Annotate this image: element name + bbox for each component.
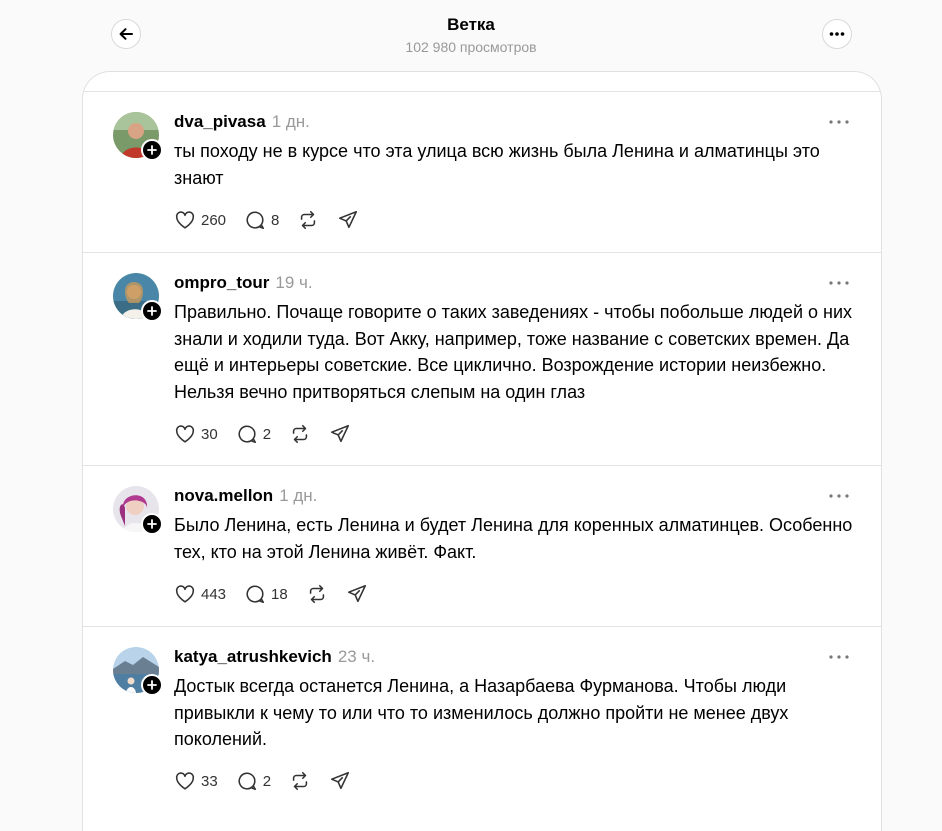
repost-button[interactable] xyxy=(289,423,311,445)
send-icon xyxy=(331,771,350,790)
like-count: 443 xyxy=(201,585,227,603)
like-count: 33 xyxy=(201,772,218,790)
action-bar: 260 8 xyxy=(174,207,377,233)
post-text: Достык всегда останется Ленина, а Назарб… xyxy=(174,676,789,749)
like-count: 260 xyxy=(201,211,227,229)
share-button[interactable] xyxy=(337,209,359,231)
heart-icon xyxy=(175,585,195,603)
comment-icon xyxy=(238,772,256,791)
follow-button[interactable] xyxy=(141,300,163,322)
comment-icon xyxy=(238,425,256,444)
send-icon xyxy=(347,584,366,603)
more-options-button[interactable] xyxy=(822,19,852,49)
repost-icon xyxy=(301,210,316,230)
reply-button[interactable]: 2 xyxy=(236,770,271,792)
post-text: Было Ленина, есть Ленина и будет Ленина … xyxy=(174,515,853,562)
page-title: Ветка xyxy=(447,15,495,34)
like-count: 30 xyxy=(201,425,218,443)
more-horizontal-icon[interactable] xyxy=(827,275,851,291)
more-horizontal-icon[interactable] xyxy=(827,649,851,665)
follow-button[interactable] xyxy=(141,674,163,696)
like-button[interactable]: 30 xyxy=(174,423,218,445)
action-bar: 33 2 xyxy=(174,768,369,794)
view-count: 102 980 просмотров xyxy=(405,39,537,55)
send-icon xyxy=(339,210,358,229)
repost-icon xyxy=(309,584,324,604)
reply-button[interactable]: 2 xyxy=(236,423,271,445)
like-button[interactable]: 443 xyxy=(174,583,226,605)
repost-button[interactable] xyxy=(297,209,319,231)
repost-icon xyxy=(292,424,308,444)
share-button[interactable] xyxy=(329,770,351,792)
comment-icon xyxy=(246,211,265,230)
username[interactable]: katya_atrushkevich xyxy=(174,647,332,666)
action-bar: 30 2 xyxy=(174,421,369,447)
plus-icon xyxy=(147,680,157,690)
comment-icon xyxy=(246,585,265,604)
reply-count: 2 xyxy=(262,772,272,790)
send-icon xyxy=(331,424,350,443)
username[interactable]: dva_pivasa xyxy=(174,112,266,131)
plus-icon xyxy=(147,519,157,529)
reply-count: 2 xyxy=(262,425,272,443)
action-bar: 443 18 xyxy=(174,581,386,607)
thread-reply: ompro_tour 19 ч. Правильно. Почаще говори… xyxy=(83,252,881,466)
post-text: Правильно. Почаще говорите о таких завед… xyxy=(174,302,853,402)
thread-reply: dva_pivasa 1 дн. ты походу не в курсе что… xyxy=(83,91,881,253)
reply-count: 8 xyxy=(271,211,280,229)
more-horizontal-icon[interactable] xyxy=(827,114,851,130)
top-bar: Ветка 102 980 просмотров xyxy=(0,0,942,70)
thread-card: dva_pivasa 1 дн. ты походу не в курсе что… xyxy=(82,71,882,831)
more-horizontal-icon[interactable] xyxy=(827,488,851,504)
follow-button[interactable] xyxy=(141,139,163,161)
repost-button[interactable] xyxy=(306,583,328,605)
username[interactable]: nova.mellon xyxy=(174,486,273,505)
timestamp[interactable]: 23 ч. xyxy=(338,647,375,666)
plus-icon xyxy=(147,145,157,155)
thread-reply: nova.mellon 1 дн. Было Ленина, есть Ленин… xyxy=(83,465,881,627)
follow-button[interactable] xyxy=(141,513,163,535)
username[interactable]: ompro_tour xyxy=(174,273,269,292)
heart-icon xyxy=(175,425,195,443)
repost-button[interactable] xyxy=(289,770,311,792)
heart-icon xyxy=(175,772,195,790)
share-button[interactable] xyxy=(346,583,368,605)
avatar[interactable] xyxy=(113,486,163,535)
avatar[interactable] xyxy=(113,112,163,161)
plus-icon xyxy=(147,306,157,316)
reply-button[interactable]: 8 xyxy=(244,209,279,231)
heart-icon xyxy=(175,211,195,229)
timestamp[interactable]: 19 ч. xyxy=(275,273,312,292)
share-button[interactable] xyxy=(329,423,351,445)
avatar[interactable] xyxy=(113,647,163,696)
like-button[interactable]: 33 xyxy=(174,770,218,792)
like-button[interactable]: 260 xyxy=(174,209,226,231)
more-horizontal-icon xyxy=(829,32,845,36)
repost-icon xyxy=(292,771,308,791)
thread-reply: katya_atrushkevich 23 ч. Достык всегда ос… xyxy=(83,626,881,813)
timestamp[interactable]: 1 дн. xyxy=(272,112,310,131)
post-text: ты походу не в курсе что эта улица всю ж… xyxy=(174,141,820,188)
timestamp[interactable]: 1 дн. xyxy=(279,486,317,505)
reply-count: 18 xyxy=(271,585,288,603)
reply-button[interactable]: 18 xyxy=(244,583,288,605)
avatar[interactable] xyxy=(113,273,163,322)
